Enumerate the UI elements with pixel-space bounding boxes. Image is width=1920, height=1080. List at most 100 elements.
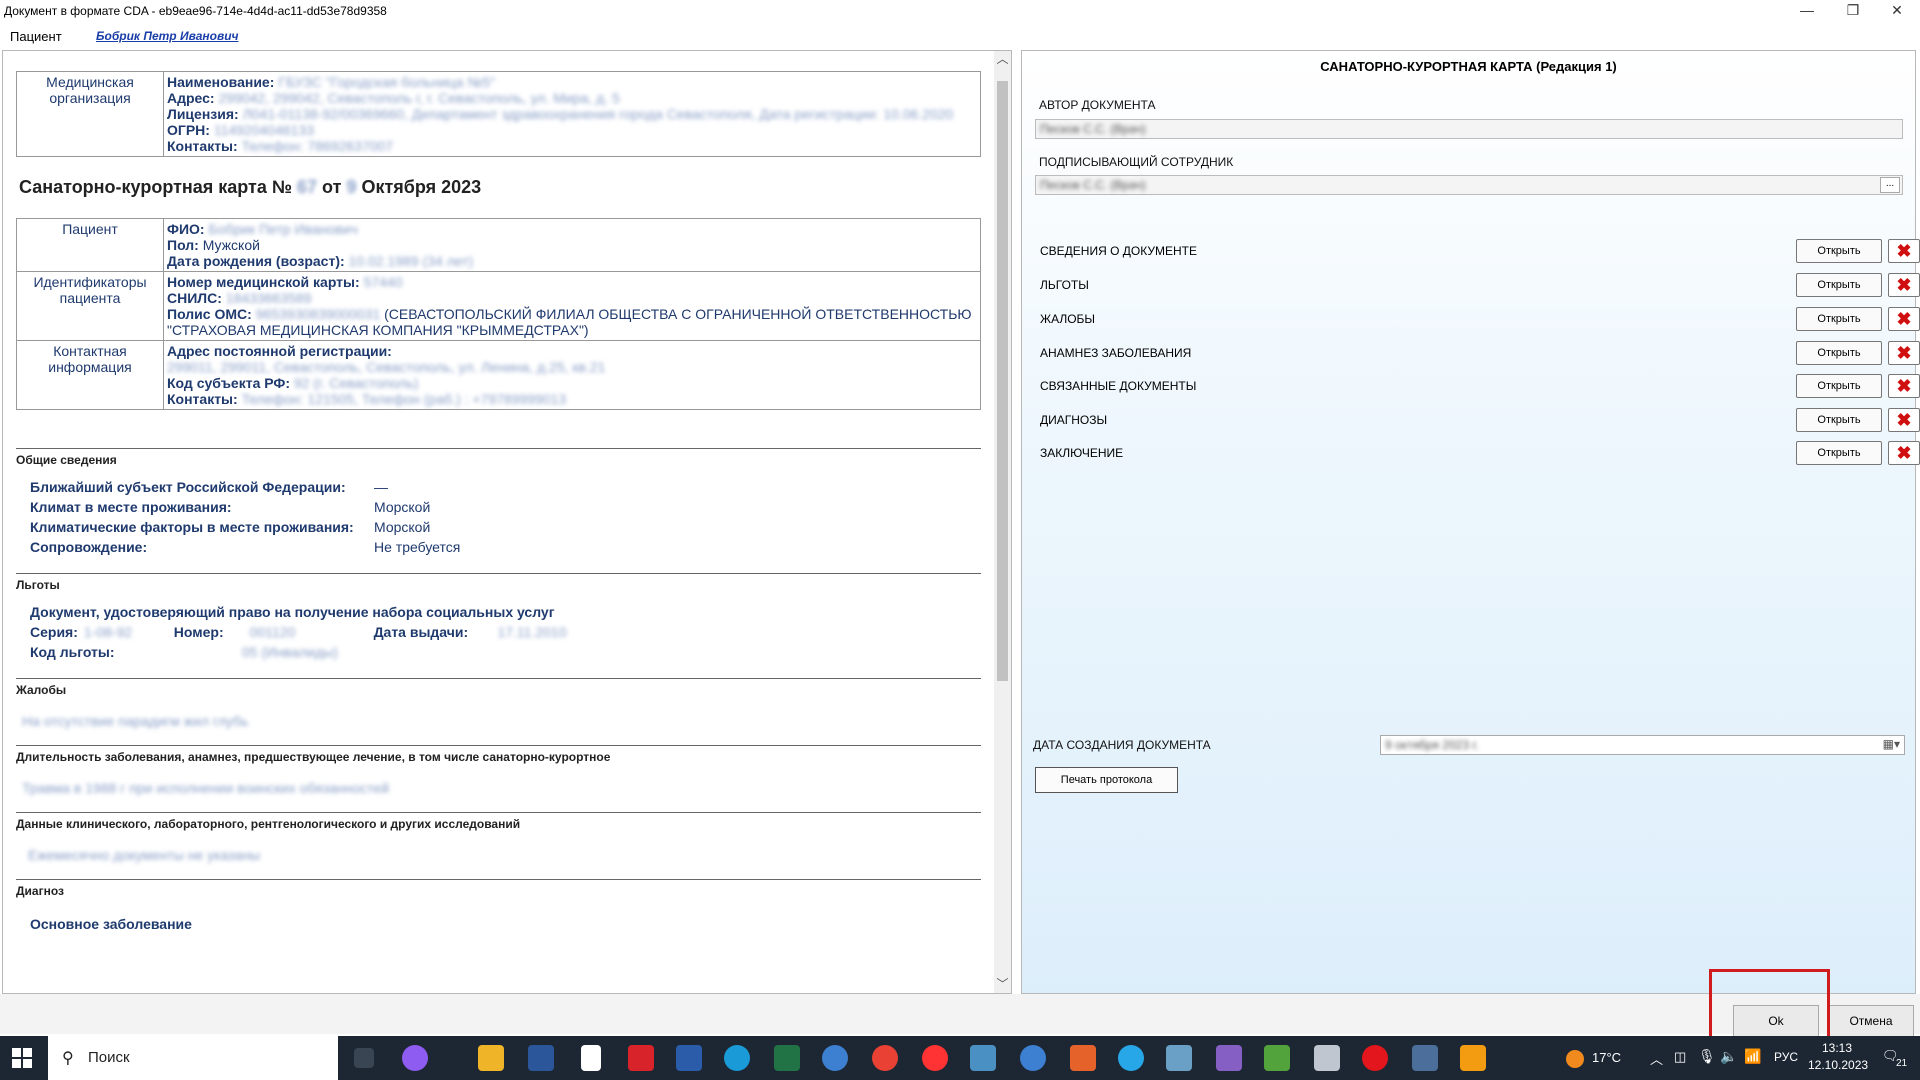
windows-start-icon[interactable] [12, 1048, 32, 1068]
author-field[interactable]: Песков С.С. (Врач) [1035, 119, 1903, 139]
open-button[interactable]: Открыть [1796, 307, 1882, 331]
app-window-icon[interactable] [1314, 1045, 1340, 1071]
signer-field[interactable]: Песков С.С. (Врач) ... [1035, 175, 1903, 195]
complaints-text: На отсутствие парадигм жил глубь [22, 713, 249, 729]
restore-button[interactable]: ❐ [1830, 0, 1876, 22]
open-button[interactable]: Открыть [1796, 273, 1882, 297]
app-chart-icon[interactable] [1264, 1045, 1290, 1071]
card-form-panel: САНАТОРНО-КУРОРТНАЯ КАРТА (Редакция 1) А… [1021, 50, 1920, 994]
benefit-code-key: Код льготы: [30, 644, 115, 660]
org-contacts-val: Телефон: 78692637007 [241, 138, 394, 154]
benefit-code-val: 05 (Инвалиды) [241, 644, 338, 660]
fio-val: Бобрик Петр Иванович [208, 221, 358, 237]
opera-icon[interactable] [1362, 1045, 1388, 1071]
minimize-button[interactable]: — [1784, 0, 1830, 22]
taskbar-search[interactable]: ⚲ Поиск [48, 1036, 338, 1080]
edge-icon[interactable] [724, 1045, 750, 1071]
action-bar [0, 994, 1920, 1034]
app-info-icon[interactable] [822, 1045, 848, 1071]
print-protocol-button[interactable]: Печать протокола [1035, 767, 1178, 793]
visual-studio-icon[interactable] [1216, 1045, 1242, 1071]
delete-button[interactable]: ✖ [1888, 408, 1920, 432]
date-value: 9 октября 2023 г. [1385, 738, 1479, 752]
open-button[interactable]: Открыть [1796, 441, 1882, 465]
open-button[interactable]: Открыть [1796, 239, 1882, 263]
delete-icon: ✖ [1896, 309, 1912, 329]
org-name-val: ГБУЗС "Городская больница №5" [278, 74, 496, 90]
open-button[interactable]: Открыть [1796, 341, 1882, 365]
app-pc-icon[interactable] [1412, 1045, 1438, 1071]
number-val: 001120 [249, 624, 296, 640]
menu-bar: Пациент Бобрик Петр Иванович [0, 22, 1920, 48]
cancel-button[interactable]: Отмена [1828, 1005, 1914, 1037]
dob-val: 10.02.1989 (34 лет) [348, 253, 474, 269]
general-key: Ближайший субъект Российской Федерации: [30, 479, 346, 495]
general-key: Сопровождение: [30, 539, 148, 555]
powershell-icon[interactable] [676, 1045, 702, 1071]
date-picker[interactable]: 9 октября 2023 г. ▦▾ [1380, 735, 1905, 755]
org-label: Медицинская организация [16, 71, 164, 157]
delete-button[interactable]: ✖ [1888, 374, 1920, 398]
delete-icon: ✖ [1896, 275, 1912, 295]
weather-icon[interactable] [1566, 1050, 1584, 1068]
notepad-icon[interactable] [581, 1045, 601, 1071]
general-body: Ближайший субъект Российской Федерации: —… [16, 467, 981, 559]
section-row-doc-info: СВЕДЕНИЯ О ДОКУМЕНТЕ Открыть ✖ [1040, 239, 1920, 263]
delete-icon: ✖ [1896, 410, 1912, 430]
active-app-icon[interactable] [1020, 1045, 1046, 1071]
document-viewer[interactable]: Медицинская организация Наименование: ГБ… [2, 50, 1012, 994]
app-book-icon[interactable] [1166, 1045, 1192, 1071]
benefits-code-row: Код льготы: 05 (Инвалиды) [30, 644, 981, 664]
task-view-icon[interactable] [354, 1048, 374, 1068]
section-row-diagnoses: ДИАГНОЗЫ Открыть ✖ [1040, 408, 1920, 432]
scroll-thumb[interactable] [997, 81, 1008, 681]
scroll-up-icon[interactable]: ︿ [994, 51, 1011, 68]
temperature[interactable]: 17°C [1592, 1050, 1621, 1065]
general-val: Не требуется [374, 539, 461, 555]
tray-chevron-icon[interactable]: ︿ [1650, 1049, 1663, 1068]
yandex-browser-icon[interactable] [922, 1045, 948, 1071]
org-addr-val: 299042, 299042, Севастополь г, г. Севаст… [218, 90, 620, 106]
app-fire-icon[interactable] [1460, 1045, 1486, 1071]
snils-key: СНИЛС: [167, 290, 222, 306]
signer-browse-button[interactable]: ... [1880, 177, 1900, 193]
search-placeholder: Поиск [88, 1049, 130, 1066]
chrome-icon[interactable] [872, 1045, 898, 1071]
tray-app-icon[interactable]: ◫ [1674, 1049, 1686, 1065]
clock-time[interactable]: 13:13 [1822, 1041, 1852, 1055]
delete-button[interactable]: ✖ [1888, 441, 1920, 465]
app-s-icon[interactable] [1070, 1045, 1096, 1071]
telegram-icon[interactable] [1118, 1045, 1144, 1071]
language-indicator[interactable]: РУС [1774, 1050, 1798, 1064]
wifi-icon[interactable]: 📶 [1744, 1048, 1761, 1065]
delete-button[interactable]: ✖ [1888, 239, 1920, 263]
section-row-complaints: ЖАЛОБЫ Открыть ✖ [1040, 307, 1920, 331]
close-button[interactable]: ✕ [1874, 0, 1920, 22]
clock-date[interactable]: 12.10.2023 [1808, 1058, 1868, 1072]
patient-link[interactable]: Бобрик Петр Иванович [96, 29, 239, 43]
card-val: 57440 [363, 274, 403, 290]
microphone-icon[interactable]: 🎙 [1698, 1048, 1716, 1065]
org-name-key: Наименование: [167, 74, 275, 90]
calendar-dropdown-icon[interactable]: ▦▾ [1883, 737, 1900, 751]
document-scrollbar[interactable]: ︿ ﹀ [994, 51, 1011, 993]
pdf-reader-icon[interactable] [628, 1045, 654, 1071]
delete-button[interactable]: ✖ [1888, 341, 1920, 365]
menu-patient[interactable]: Пациент [10, 29, 62, 44]
file-explorer-icon[interactable] [478, 1045, 504, 1071]
word-icon[interactable] [528, 1045, 554, 1071]
delete-button[interactable]: ✖ [1888, 273, 1920, 297]
network-app-icon[interactable] [970, 1045, 996, 1071]
alice-icon[interactable] [402, 1045, 428, 1071]
open-button[interactable]: Открыть [1796, 374, 1882, 398]
subj-val: 92 (г. Севастополь) [293, 375, 419, 391]
volume-icon[interactable]: 🔈 [1720, 1048, 1737, 1065]
dob-key: Дата рождения (возраст): [167, 253, 345, 269]
section-label: ЛЬГОТЫ [1040, 278, 1089, 292]
scroll-down-icon[interactable]: ﹀ [994, 976, 1011, 993]
excel-icon[interactable] [774, 1045, 800, 1071]
delete-button[interactable]: ✖ [1888, 307, 1920, 331]
contacts-val: Телефон: 121505, Телефон (раб.) : +79789… [241, 391, 567, 407]
open-button[interactable]: Открыть [1796, 408, 1882, 432]
contact-label: Контактная информация [16, 340, 164, 410]
